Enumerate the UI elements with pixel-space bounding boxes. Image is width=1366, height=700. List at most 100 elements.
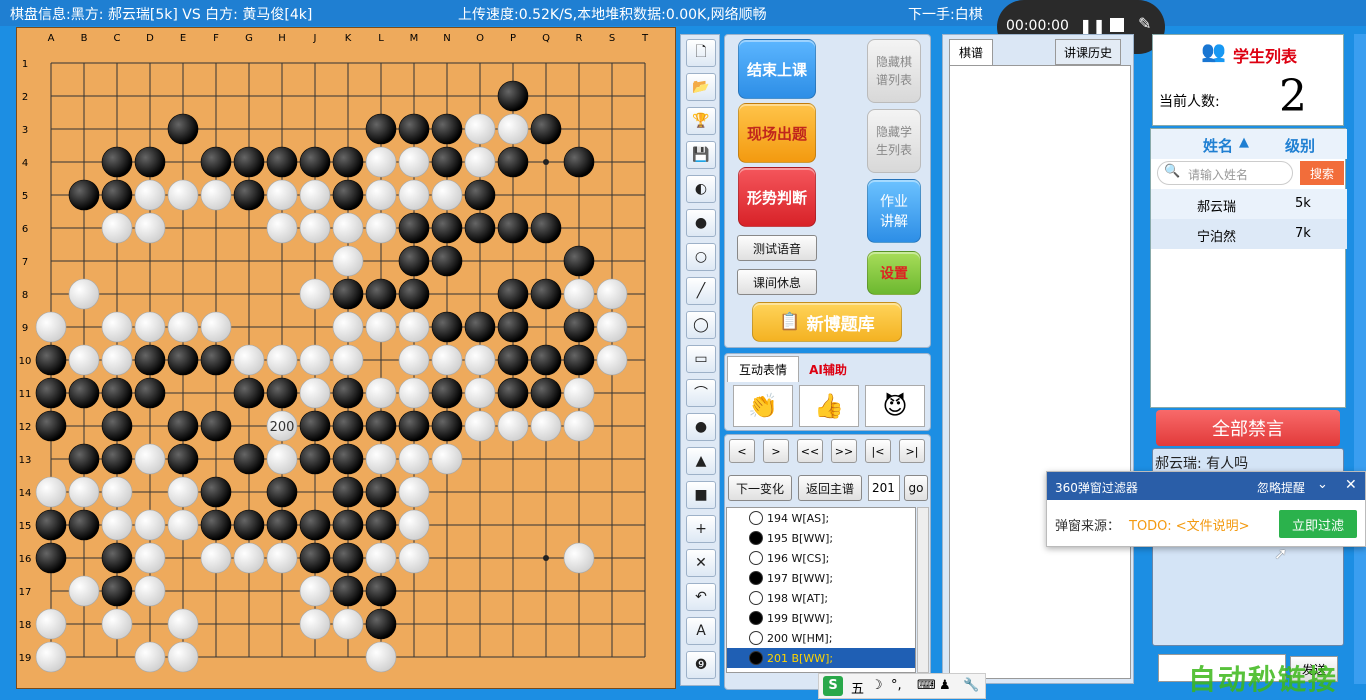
judge-position-button[interactable]: 形势判断 xyxy=(738,167,816,227)
move-list-item[interactable]: 194 W[AS]; xyxy=(727,508,915,528)
next-move-button[interactable]: > xyxy=(763,439,789,463)
student-list-title: 学生列表 xyxy=(1233,47,1298,66)
white-stone xyxy=(134,542,166,574)
move-list-item[interactable]: 199 B[WW]; xyxy=(727,608,915,628)
settings-button[interactable]: 设置 xyxy=(867,251,921,295)
white-stone xyxy=(299,344,331,376)
student-row[interactable]: 宁泊然 7k xyxy=(1151,219,1347,249)
search-button[interactable]: 搜索 xyxy=(1300,161,1344,185)
white-stone xyxy=(266,542,298,574)
move-list[interactable]: 194 W[AS]; 195 B[WW]; 196 W[CS]; 197 B[WW];… xyxy=(726,507,916,673)
square-icon[interactable]: ■ xyxy=(686,481,716,509)
tab-record[interactable]: 棋谱 xyxy=(949,39,993,65)
rectangle-icon[interactable]: ▭ xyxy=(686,345,716,373)
undo-icon[interactable]: ↶ xyxy=(686,583,716,611)
applause-icon[interactable]: 👏 xyxy=(733,385,793,427)
question-bank-button[interactable]: 📋 新博题库 xyxy=(752,302,902,342)
column-level[interactable]: 级别 xyxy=(1285,135,1315,156)
prev-move-button[interactable]: < xyxy=(729,439,755,463)
hide-student-list-button[interactable]: 隐藏学生列表 xyxy=(867,109,921,173)
move-list-scrollbar[interactable] xyxy=(917,507,929,673)
open-folder-icon[interactable]: 📂 xyxy=(686,73,716,101)
back-main-button[interactable]: 返回主谱 xyxy=(798,475,862,501)
mute-all-button[interactable]: 全部禁言 xyxy=(1156,410,1340,446)
hide-record-list-button[interactable]: 隐藏棋谱列表 xyxy=(867,39,921,103)
cross-icon[interactable]: ✕ xyxy=(686,549,716,577)
black-stone xyxy=(431,146,463,178)
lasso-icon[interactable]: ⌒ xyxy=(686,379,716,407)
moon-icon[interactable]: ☽ xyxy=(871,678,883,693)
white-stone xyxy=(464,344,496,376)
chevron-down-icon[interactable]: ⌄ xyxy=(1317,477,1328,492)
filter-now-button[interactable]: 立即过滤 xyxy=(1279,510,1357,538)
line-icon[interactable]: ╱ xyxy=(686,277,716,305)
popup-title: 360弹窗过滤器 xyxy=(1055,481,1138,495)
tab-ai-assist[interactable]: AI辅助 xyxy=(801,356,855,382)
end-class-button[interactable]: 结束上课 xyxy=(738,39,816,99)
white-stone xyxy=(431,443,463,475)
close-icon[interactable]: ✕ xyxy=(1345,477,1357,493)
column-name[interactable]: 姓名 xyxy=(1203,135,1233,156)
circle-icon[interactable]: ◯ xyxy=(686,311,716,339)
punctuation-icon[interactable]: °, xyxy=(891,678,902,693)
number-icon[interactable]: ❾ xyxy=(686,651,716,679)
ignore-reminder-link[interactable]: 忽略提醒 xyxy=(1257,479,1305,496)
row-label: 11 xyxy=(19,389,32,400)
black-stone-icon[interactable]: ● xyxy=(686,209,716,237)
row-label: 6 xyxy=(22,224,28,235)
black-stone xyxy=(200,509,232,541)
move-text: 194 W[AS]; xyxy=(767,511,830,525)
first-move-button[interactable]: |< xyxy=(865,439,891,463)
last-move-button[interactable]: >| xyxy=(899,439,925,463)
move-text: 201 B[WW]; xyxy=(767,651,834,665)
row-label: 7 xyxy=(22,257,28,268)
homework-button[interactable]: 作业讲解 xyxy=(867,179,921,243)
move-list-item[interactable]: 201 B[WW]; xyxy=(727,648,915,668)
go-board[interactable]: A 1 B 2 C 3 D 4 E 5 F 6 G 7 H 8 J 9 K 10 L 11 M 12 N 13 O 14 P 15 Q 16 R… xyxy=(16,27,676,689)
monster-icon[interactable]: 😈 xyxy=(865,385,925,427)
onsite-quiz-button[interactable]: 现场出题 xyxy=(738,103,816,163)
sort-asc-icon[interactable]: ▲ xyxy=(1239,135,1249,150)
wrench-icon[interactable]: 🔧 xyxy=(963,678,979,693)
keyboard-icon[interactable]: ⌨ xyxy=(917,678,936,693)
student-row[interactable]: 郝云瑞 5k xyxy=(1151,189,1347,219)
forward-ten-button[interactable]: >> xyxy=(831,439,857,463)
black-stone xyxy=(35,377,67,409)
pen-icon[interactable]: ✎ xyxy=(1138,14,1151,33)
back-ten-button[interactable]: << xyxy=(797,439,823,463)
text-icon[interactable]: A xyxy=(686,617,716,645)
tab-lesson-history[interactable]: 讲课历史 xyxy=(1055,39,1121,65)
new-file-icon[interactable]: 🗋 xyxy=(686,39,716,67)
move-list-item[interactable]: 197 B[WW]; xyxy=(727,568,915,588)
move-list-item[interactable]: 200 W[HM]; xyxy=(727,628,915,648)
plus-icon[interactable]: + xyxy=(686,515,716,543)
test-voice-button[interactable]: 测试语音 xyxy=(737,235,817,261)
next-variation-button[interactable]: 下一变化 xyxy=(728,475,792,501)
record-list[interactable] xyxy=(949,65,1131,679)
save-icon[interactable]: 💾 xyxy=(686,141,716,169)
triangle-icon[interactable]: ▲ xyxy=(686,447,716,475)
trophy-icon[interactable]: 🏆 xyxy=(686,107,716,135)
black-stone xyxy=(431,245,463,277)
white-stone xyxy=(35,311,67,343)
go-button[interactable]: go xyxy=(904,475,928,501)
black-stone xyxy=(497,377,529,409)
bw-stone-icon[interactable]: ◐ xyxy=(686,175,716,203)
move-list-item[interactable]: 195 B[WW]; xyxy=(727,528,915,548)
stop-icon[interactable] xyxy=(1110,18,1124,32)
white-stone-icon[interactable]: ○ xyxy=(686,243,716,271)
tab-interactive-emoji[interactable]: 互动表情 xyxy=(727,356,799,382)
board-canvas[interactable]: A 1 B 2 C 3 D 4 E 5 F 6 G 7 H 8 J 9 K 10 L 11 M 12 N 13 O 14 P 15 Q 16 R… xyxy=(17,28,677,690)
break-button[interactable]: 课间休息 xyxy=(737,269,817,295)
move-list-item[interactable]: 196 W[CS]; xyxy=(727,548,915,568)
move-list-item[interactable]: 198 W[AT]; xyxy=(727,588,915,608)
move-number-input[interactable]: 201 xyxy=(868,475,900,501)
white-stone-icon xyxy=(749,631,763,645)
thumbs-up-icon[interactable]: 👍 xyxy=(799,385,859,427)
ime-mode[interactable]: 五 xyxy=(851,678,864,697)
student-search-input[interactable]: 🔍 请输入姓名 xyxy=(1157,161,1293,185)
user-icon[interactable]: ♟ xyxy=(939,678,951,693)
dot-icon[interactable]: ● xyxy=(686,413,716,441)
ime-toolbar[interactable]: S 五 ☽ °, ⌨ ♟ 🔧 xyxy=(818,673,986,699)
row-label: 12 xyxy=(19,422,32,433)
